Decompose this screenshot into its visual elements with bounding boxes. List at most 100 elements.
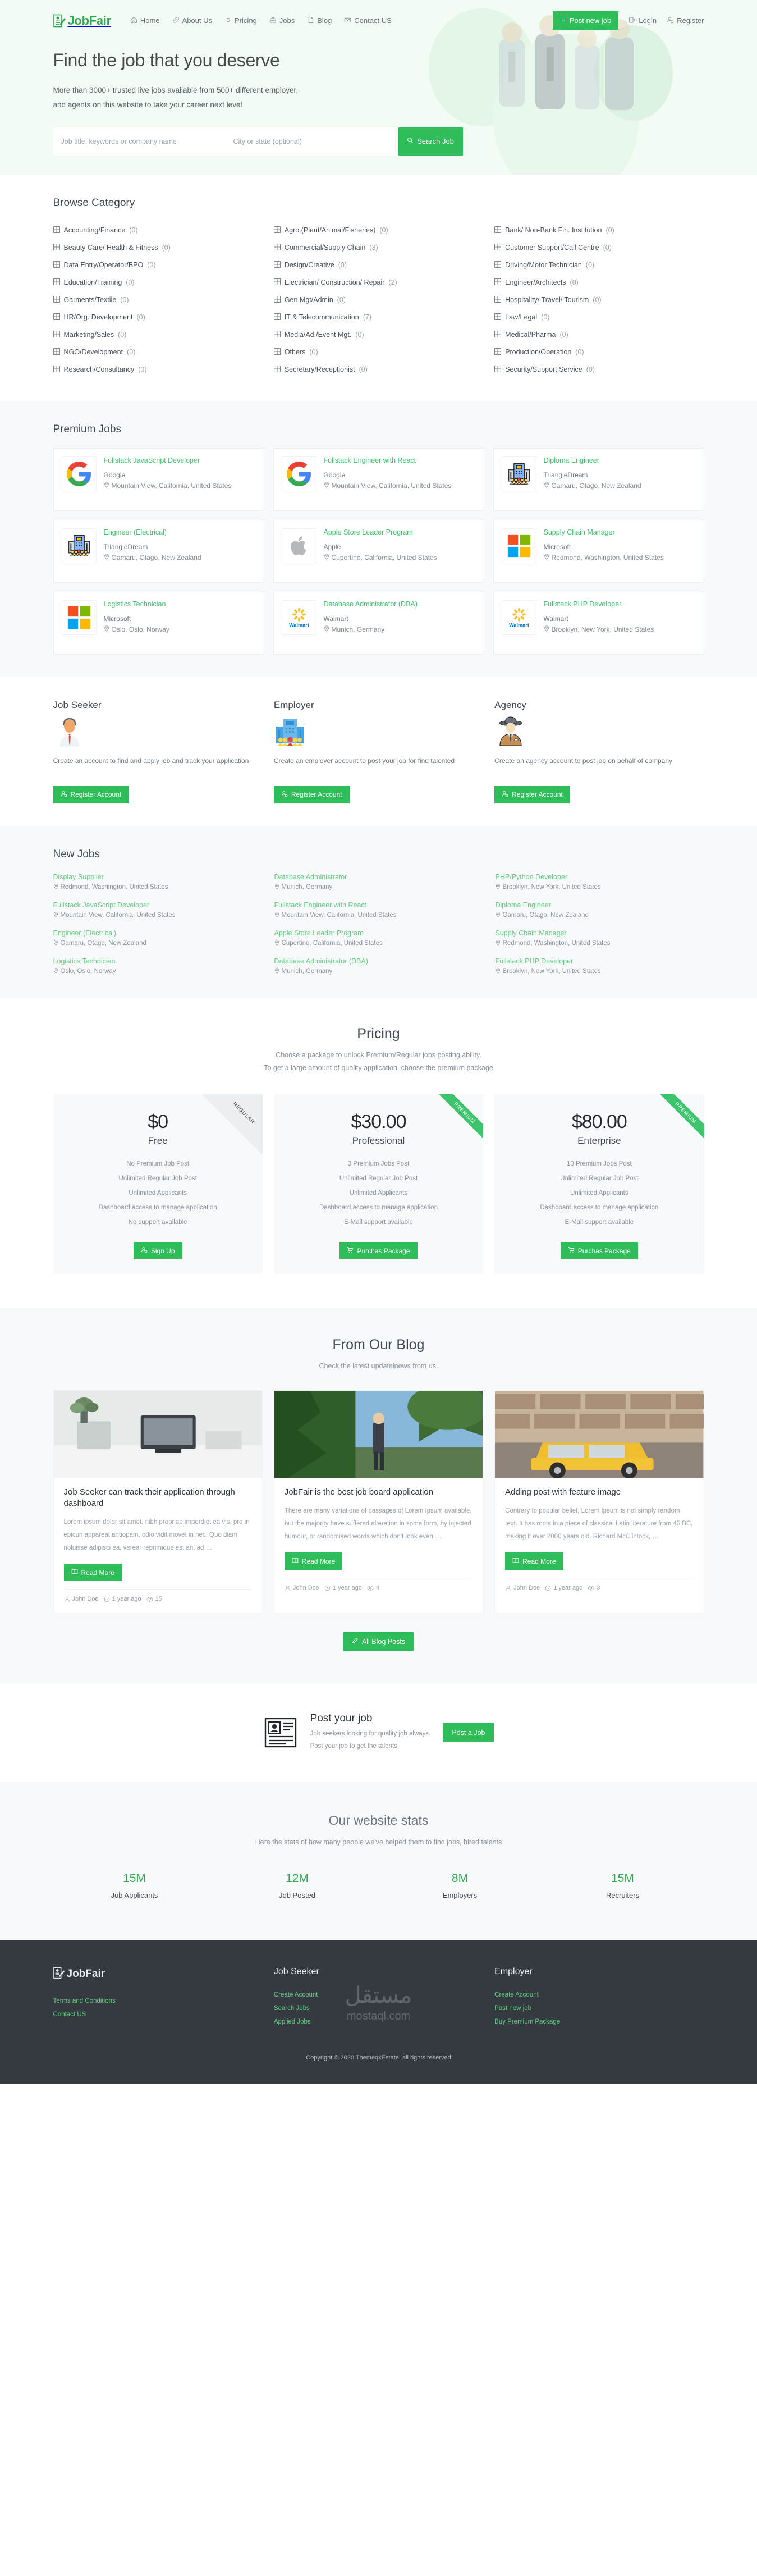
job-card[interactable]: Walmart Fullstack PHP Developer Walmart …	[493, 591, 704, 655]
post-new-job-button[interactable]: Post new job	[552, 11, 619, 30]
footer-brand[interactable]: JobFair	[53, 1967, 263, 1982]
nav-item-home[interactable]: Home	[130, 16, 160, 25]
job-card[interactable]: Engineer (Electrical) TriangleDream Oama…	[53, 519, 264, 583]
job-title-link[interactable]: Logistics Technician	[104, 600, 256, 608]
search-keyword-input[interactable]	[53, 127, 226, 156]
category-item[interactable]: Security/Support Service (0)	[494, 361, 704, 378]
register-account-button[interactable]: Register Account	[273, 785, 350, 803]
category-item[interactable]: Law/Legal (0)	[494, 309, 704, 326]
footer-link-post-new-job[interactable]: Post new job	[494, 2002, 704, 2015]
category-item[interactable]: Media/Ad./Event Mgt. (0)	[273, 326, 483, 344]
job-card[interactable]: Fullstack Engineer with React Google Mou…	[273, 447, 484, 511]
nav-item-about-us[interactable]: About Us	[172, 16, 212, 25]
category-item[interactable]: Engineer/Architects (0)	[494, 274, 704, 291]
read-more-button[interactable]: Read More	[505, 1552, 563, 1570]
category-item[interactable]: Garments/Textile (0)	[53, 291, 263, 309]
category-item[interactable]: Agro (Plant/Animal/Fisheries) (0)	[273, 222, 483, 239]
job-title-link[interactable]: Database Administrator (DBA)	[324, 600, 476, 608]
category-item[interactable]: HR/Org. Development (0)	[53, 309, 263, 326]
all-blog-posts-button[interactable]: All Blog Posts	[343, 1632, 414, 1651]
map-pin-icon	[104, 552, 109, 563]
job-title-link[interactable]: Fullstack JavaScript Developer	[104, 456, 256, 464]
footer-link-contact[interactable]: Contact US	[53, 2008, 263, 2021]
category-item[interactable]: Secretary/Receptionist (0)	[273, 361, 483, 378]
new-job-title-link[interactable]: Supply Chain Manager	[496, 929, 704, 937]
category-item[interactable]: Bank/ Non-Bank Fin. Institution (0)	[494, 222, 704, 239]
category-item[interactable]: Gen Mgt/Admin (0)	[273, 291, 483, 309]
category-item[interactable]: Hospitality/ Travel/ Tourism (0)	[494, 291, 704, 309]
search-job-button[interactable]: Search Job	[398, 127, 463, 156]
post-your-job-text: Post your job Job seekers looking for qu…	[310, 1712, 431, 1752]
job-card[interactable]: Walmart Database Administrator (DBA) Wal…	[273, 591, 484, 655]
category-item[interactable]: Production/Operation (0)	[494, 344, 704, 361]
category-item[interactable]: Driving/Motor Technician (0)	[494, 257, 704, 274]
new-job-title-link[interactable]: Engineer (Electrical)	[53, 929, 262, 937]
footer-link-search-jobs[interactable]: Search Jobs	[274, 2002, 483, 2015]
footer-link-applied-jobs[interactable]: Applied Jobs	[274, 2015, 483, 2029]
category-label: Customer Support/Call Centre	[505, 244, 599, 252]
new-job-title-link[interactable]: Display Supplier	[53, 873, 262, 881]
category-item[interactable]: Beauty Care/ Health & Fitness (0)	[53, 239, 263, 257]
job-card[interactable]: Diploma Engineer TriangleDream Oamaru, O…	[493, 447, 704, 511]
nav-item-contact-us[interactable]: Contact US	[344, 16, 392, 25]
job-title-link[interactable]: Supply Chain Manager	[544, 528, 696, 536]
read-more-button[interactable]: Read More	[63, 1564, 122, 1582]
footer-link-buy-premium[interactable]: Buy Premium Package	[494, 2015, 704, 2029]
job-card[interactable]: Apple Store Leader Program Apple Cuperti…	[273, 519, 484, 583]
brand-logo[interactable]: JobFair	[53, 13, 111, 28]
category-item[interactable]: Marketing/Sales (0)	[53, 326, 263, 344]
new-job-title-link[interactable]: Apple Store Leader Program	[274, 929, 483, 937]
register-account-button[interactable]: Register Account	[494, 785, 570, 803]
new-job-title-link[interactable]: Database Administrator (DBA)	[274, 957, 483, 965]
category-item[interactable]: Commercial/Supply Chain (3)	[273, 239, 483, 257]
purchase-package-button[interactable]: Purchas Package	[339, 1242, 418, 1260]
nav-item-blog[interactable]: Blog	[307, 16, 332, 25]
login-link[interactable]: Login	[628, 16, 657, 25]
new-job-title-link[interactable]: Diploma Engineer	[496, 901, 704, 909]
new-job-title-link[interactable]: Database Administrator	[274, 873, 483, 881]
job-card[interactable]: Supply Chain Manager Microsoft Redmond, …	[493, 519, 704, 583]
new-job-title-link[interactable]: Fullstack JavaScript Developer	[53, 901, 262, 909]
role-description: Create an account to find and apply job …	[53, 756, 249, 765]
new-job-title-link[interactable]: PHP/Python Developer	[496, 873, 704, 881]
new-job-title-link[interactable]: Fullstack PHP Developer	[496, 957, 704, 965]
category-item[interactable]: NGO/Development (0)	[53, 344, 263, 361]
category-item[interactable]: Customer Support/Call Centre (0)	[494, 239, 704, 257]
category-item[interactable]: Education/Training (0)	[53, 274, 263, 291]
blog-card[interactable]: JobFair is the best job board applicatio…	[273, 1390, 484, 1614]
category-item[interactable]: Research/Consultancy (0)	[53, 361, 263, 378]
footer-link-terms[interactable]: Terms and Conditions	[53, 1994, 263, 2008]
read-more-button[interactable]: Read More	[284, 1552, 343, 1570]
register-link[interactable]: Register	[667, 16, 704, 25]
job-card[interactable]: Fullstack JavaScript Developer Google Mo…	[53, 447, 264, 511]
category-item[interactable]: Others (0)	[273, 344, 483, 361]
post-a-job-button[interactable]: Post a Job	[443, 1723, 494, 1742]
job-title-link[interactable]: Apple Store Leader Program	[324, 528, 476, 536]
category-label: Security/Support Service	[505, 366, 582, 374]
new-job-title-link[interactable]: Logistics Technician	[53, 957, 262, 965]
grid-icon	[494, 348, 501, 357]
register-account-button[interactable]: Register Account	[53, 785, 129, 803]
blog-card[interactable]: Job Seeker can track their application t…	[53, 1390, 263, 1614]
category-item[interactable]: Electrician/ Construction/ Repair (2)	[273, 274, 483, 291]
new-job-title-link[interactable]: Fullstack Engineer with React	[274, 901, 483, 909]
category-item[interactable]: Medical/Pharma (0)	[494, 326, 704, 344]
purchase-package-button[interactable]: Purchas Package	[560, 1242, 638, 1260]
category-item[interactable]: Data Entry/Operator/BPO (0)	[53, 257, 263, 274]
job-title-link[interactable]: Diploma Engineer	[544, 456, 696, 464]
map-pin-icon	[53, 911, 58, 919]
job-title-link[interactable]: Fullstack Engineer with React	[324, 456, 476, 464]
search-location-input[interactable]	[225, 127, 398, 156]
category-item[interactable]: IT & Telecommunication (7)	[273, 309, 483, 326]
sign-up-button[interactable]: Sign Up	[133, 1242, 182, 1260]
footer-link-create-account-employer[interactable]: Create Account	[494, 1988, 704, 2002]
job-card[interactable]: Logistics Technician Microsoft Oslo, Osl…	[53, 591, 264, 655]
category-item[interactable]: Design/Creative (0)	[273, 257, 483, 274]
job-title-link[interactable]: Fullstack PHP Developer	[544, 600, 696, 608]
nav-item-jobs[interactable]: Jobs	[269, 16, 295, 25]
nav-item-pricing[interactable]: $ Pricing	[224, 16, 257, 25]
blog-card[interactable]: Adding post with feature image Contrary …	[494, 1390, 704, 1614]
job-title-link[interactable]: Engineer (Electrical)	[104, 528, 256, 536]
footer-link-create-account[interactable]: Create Account	[274, 1988, 483, 2002]
category-item[interactable]: Accounting/Finance (0)	[53, 222, 263, 239]
